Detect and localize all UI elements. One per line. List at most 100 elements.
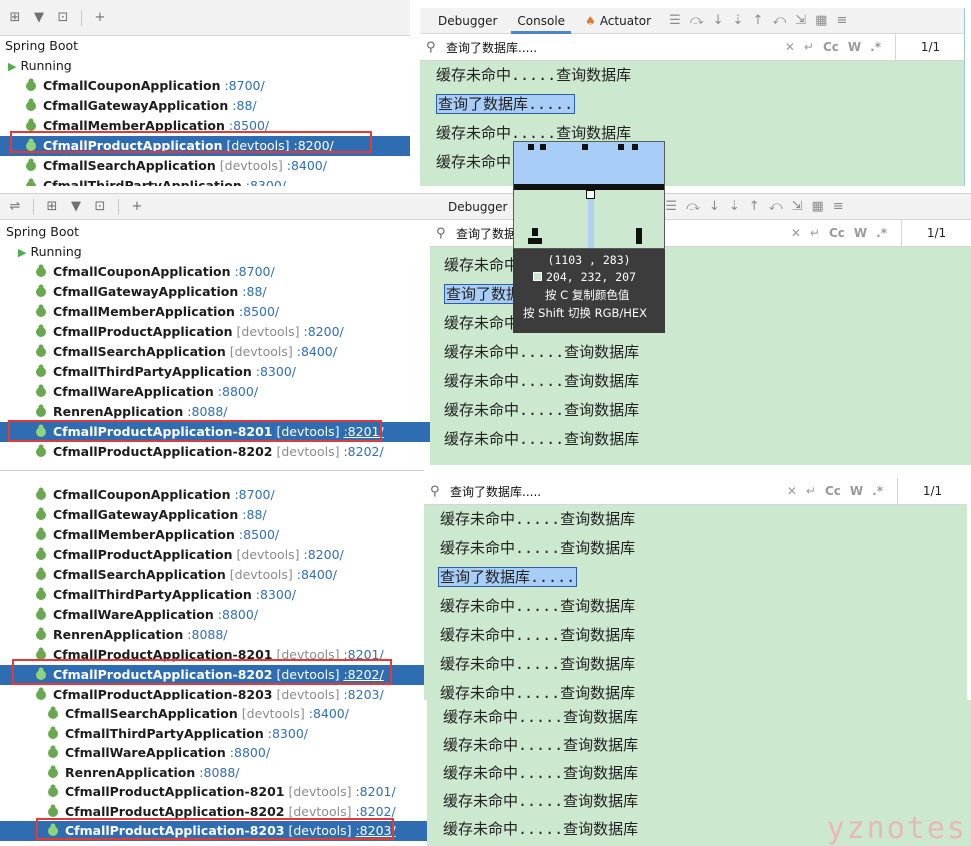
tree-item-product-8202[interactable]: CfmallProductApplication-8202 [devtools]:…	[0, 802, 427, 822]
app-port[interactable]: :8201/	[343, 647, 383, 662]
tree-item-thirdparty[interactable]: CfmallThirdPartyApplication:8300/	[0, 724, 427, 744]
app-port[interactable]: :88/	[242, 507, 266, 522]
tree-item-thirdparty[interactable]: CfmallThirdPartyApplication:8300/	[0, 176, 410, 186]
app-port[interactable]: :8200/	[304, 324, 344, 339]
tree-running[interactable]: ▶ Running	[0, 56, 410, 76]
app-port[interactable]: :8700/	[234, 264, 274, 279]
newline-icon[interactable]: ↵	[806, 484, 816, 498]
app-port[interactable]: :8300/	[246, 178, 286, 186]
tree-item-search[interactable]: CfmallSearchApplication [devtools]:8400/	[0, 565, 424, 585]
tree-item-gateway[interactable]: CfmallGatewayApplication:88/	[0, 96, 410, 116]
app-port[interactable]: :8201/	[343, 424, 383, 439]
app-port[interactable]: :8400/	[297, 567, 337, 582]
match-case-toggle[interactable]: Cc	[825, 484, 841, 498]
tree-item-gateway[interactable]: CfmallGatewayApplication:88/	[0, 282, 430, 302]
tab-debugger[interactable]: Debugger	[428, 8, 507, 34]
tree-item-search[interactable]: CfmallSearchApplication [devtools]:8400/	[0, 704, 427, 724]
tree-item-renren[interactable]: RenrenApplication:8088/	[0, 763, 427, 783]
step-into-icon[interactable]: ↓	[709, 199, 720, 214]
new-group-icon[interactable]: ⊡	[91, 198, 109, 216]
run-to-cursor-icon[interactable]: ⇲	[795, 13, 806, 28]
app-port[interactable]: :8300/	[256, 587, 296, 602]
clear-icon[interactable]: ✕	[787, 484, 797, 498]
app-port[interactable]: :8300/	[268, 726, 308, 741]
drop-frame-icon[interactable]: ⤺	[772, 13, 786, 28]
filter-icon[interactable]: ▼	[67, 198, 85, 216]
step-over-icon[interactable]: ⤼	[686, 199, 700, 214]
tree-item-renren[interactable]: RenrenApplication:8088/	[0, 402, 430, 422]
tree-item-product-8203[interactable]: CfmallProductApplication-8203 [devtools]:…	[0, 685, 424, 700]
tree-item-ware[interactable]: CfmallWareApplication:8800/	[0, 382, 430, 402]
tree-item-ware[interactable]: CfmallWareApplication:8800/	[0, 605, 424, 625]
table-icon[interactable]: ▦	[815, 13, 827, 28]
expand-icon[interactable]: ⊞	[6, 9, 24, 27]
step-over-icon[interactable]: ⤼	[690, 13, 704, 28]
tree-running[interactable]: ▶ Running	[0, 242, 430, 262]
words-toggle[interactable]: W	[848, 40, 861, 54]
app-port[interactable]: :8800/	[218, 607, 258, 622]
app-port[interactable]: :8202/	[343, 444, 383, 459]
tab-console[interactable]: Console	[507, 8, 575, 34]
tree-item-thirdparty[interactable]: CfmallThirdPartyApplication:8300/	[0, 362, 430, 382]
tree-item-product-8202[interactable]: CfmallProductApplication-8202 [devtools]:…	[0, 442, 430, 462]
tree-item-product-8203-selected[interactable]: CfmallProductApplication-8203 [devtools]:…	[0, 821, 427, 841]
tab-actuator[interactable]: ♠ Actuator	[575, 8, 661, 34]
tree-item-search[interactable]: CfmallSearchApplication [devtools]:8400/	[0, 342, 430, 362]
app-port[interactable]: :8088/	[187, 404, 227, 419]
app-port[interactable]: :8300/	[256, 364, 296, 379]
app-port[interactable]: :8203/	[343, 687, 383, 700]
filter-icon[interactable]: ▼	[30, 9, 48, 27]
tree-item-product-8202-selected[interactable]: CfmallProductApplication-8202 [devtools]:…	[0, 665, 424, 685]
newline-icon[interactable]: ↵	[810, 226, 820, 240]
tree-item-search[interactable]: CfmallSearchApplication [devtools]:8400/	[0, 156, 410, 176]
clear-icon[interactable]: ✕	[791, 226, 801, 240]
add-icon[interactable]: +	[128, 198, 146, 216]
words-toggle[interactable]: W	[850, 484, 863, 498]
tree-item-thirdparty[interactable]: CfmallThirdPartyApplication:8300/	[0, 585, 424, 605]
regex-toggle[interactable]: .*	[872, 484, 883, 498]
expand-icon[interactable]: ⊞	[43, 198, 61, 216]
tree-item-ware[interactable]: CfmallWareApplication:8800/	[0, 743, 427, 763]
app-port[interactable]: :8200/	[304, 547, 344, 562]
force-step-icon[interactable]: ⇣	[729, 199, 740, 214]
tree-item-renren[interactable]: RenrenApplication:8088/	[0, 625, 424, 645]
regex-toggle[interactable]: .*	[870, 40, 881, 54]
tree-item-coupon[interactable]: CfmallCouponApplication:8700/	[0, 485, 424, 505]
app-port[interactable]: :8700/	[224, 78, 264, 93]
force-step-icon[interactable]: ⇣	[733, 13, 744, 28]
tree-item-product[interactable]: CfmallProductApplication [devtools]:8200/	[0, 322, 430, 342]
newline-icon[interactable]: ↵	[804, 40, 814, 54]
tree-item-member[interactable]: CfmallMemberApplication:8500/	[0, 302, 430, 322]
app-port[interactable]: :8400/	[297, 344, 337, 359]
search-input[interactable]: 查询了数据库.....	[450, 483, 787, 500]
tree-root[interactable]: Spring Boot	[0, 36, 410, 56]
app-port[interactable]: :8500/	[239, 527, 279, 542]
words-toggle[interactable]: W	[854, 226, 867, 240]
menu-icon[interactable]: ☰	[669, 13, 681, 28]
app-port[interactable]: :8400/	[287, 158, 327, 173]
new-group-icon[interactable]: ⊡	[54, 9, 72, 27]
tree-root[interactable]: Spring Boot	[0, 222, 430, 242]
run-to-cursor-icon[interactable]: ⇲	[792, 199, 803, 214]
tree-item-product-8201-selected[interactable]: CfmallProductApplication-8201 [devtools]:…	[0, 422, 430, 442]
clear-icon[interactable]: ✕	[785, 40, 795, 54]
app-port[interactable]: :8200/	[294, 138, 334, 153]
tree-item-product-8201[interactable]: CfmallProductApplication-8201 [devtools]:…	[0, 782, 427, 802]
match-case-toggle[interactable]: Cc	[829, 226, 845, 240]
app-port[interactable]: :8800/	[218, 384, 258, 399]
tree-item-gateway[interactable]: CfmallGatewayApplication:88/	[0, 505, 424, 525]
step-into-icon[interactable]: ↓	[713, 13, 724, 28]
settings-lines-icon[interactable]: ≡	[836, 13, 847, 28]
regex-toggle[interactable]: .*	[876, 226, 887, 240]
menu-icon[interactable]: ☰	[665, 199, 677, 214]
tree-item-member[interactable]: CfmallMemberApplication:8500/	[0, 525, 424, 545]
match-case-toggle[interactable]: Cc	[823, 40, 839, 54]
tree-item-product[interactable]: CfmallProductApplication [devtools]:8200/	[0, 545, 424, 565]
tab-debugger[interactable]: Debugger	[438, 194, 517, 220]
app-port[interactable]: :8500/	[229, 118, 269, 133]
app-port[interactable]: :8400/	[309, 706, 349, 721]
tree-item-product-selected[interactable]: CfmallProductApplication [devtools]:8200/	[0, 136, 410, 156]
table-icon[interactable]: ▦	[812, 199, 824, 214]
tree-item-member[interactable]: CfmallMemberApplication:8500/	[0, 116, 410, 136]
settings-lines-icon[interactable]: ≡	[833, 199, 844, 214]
